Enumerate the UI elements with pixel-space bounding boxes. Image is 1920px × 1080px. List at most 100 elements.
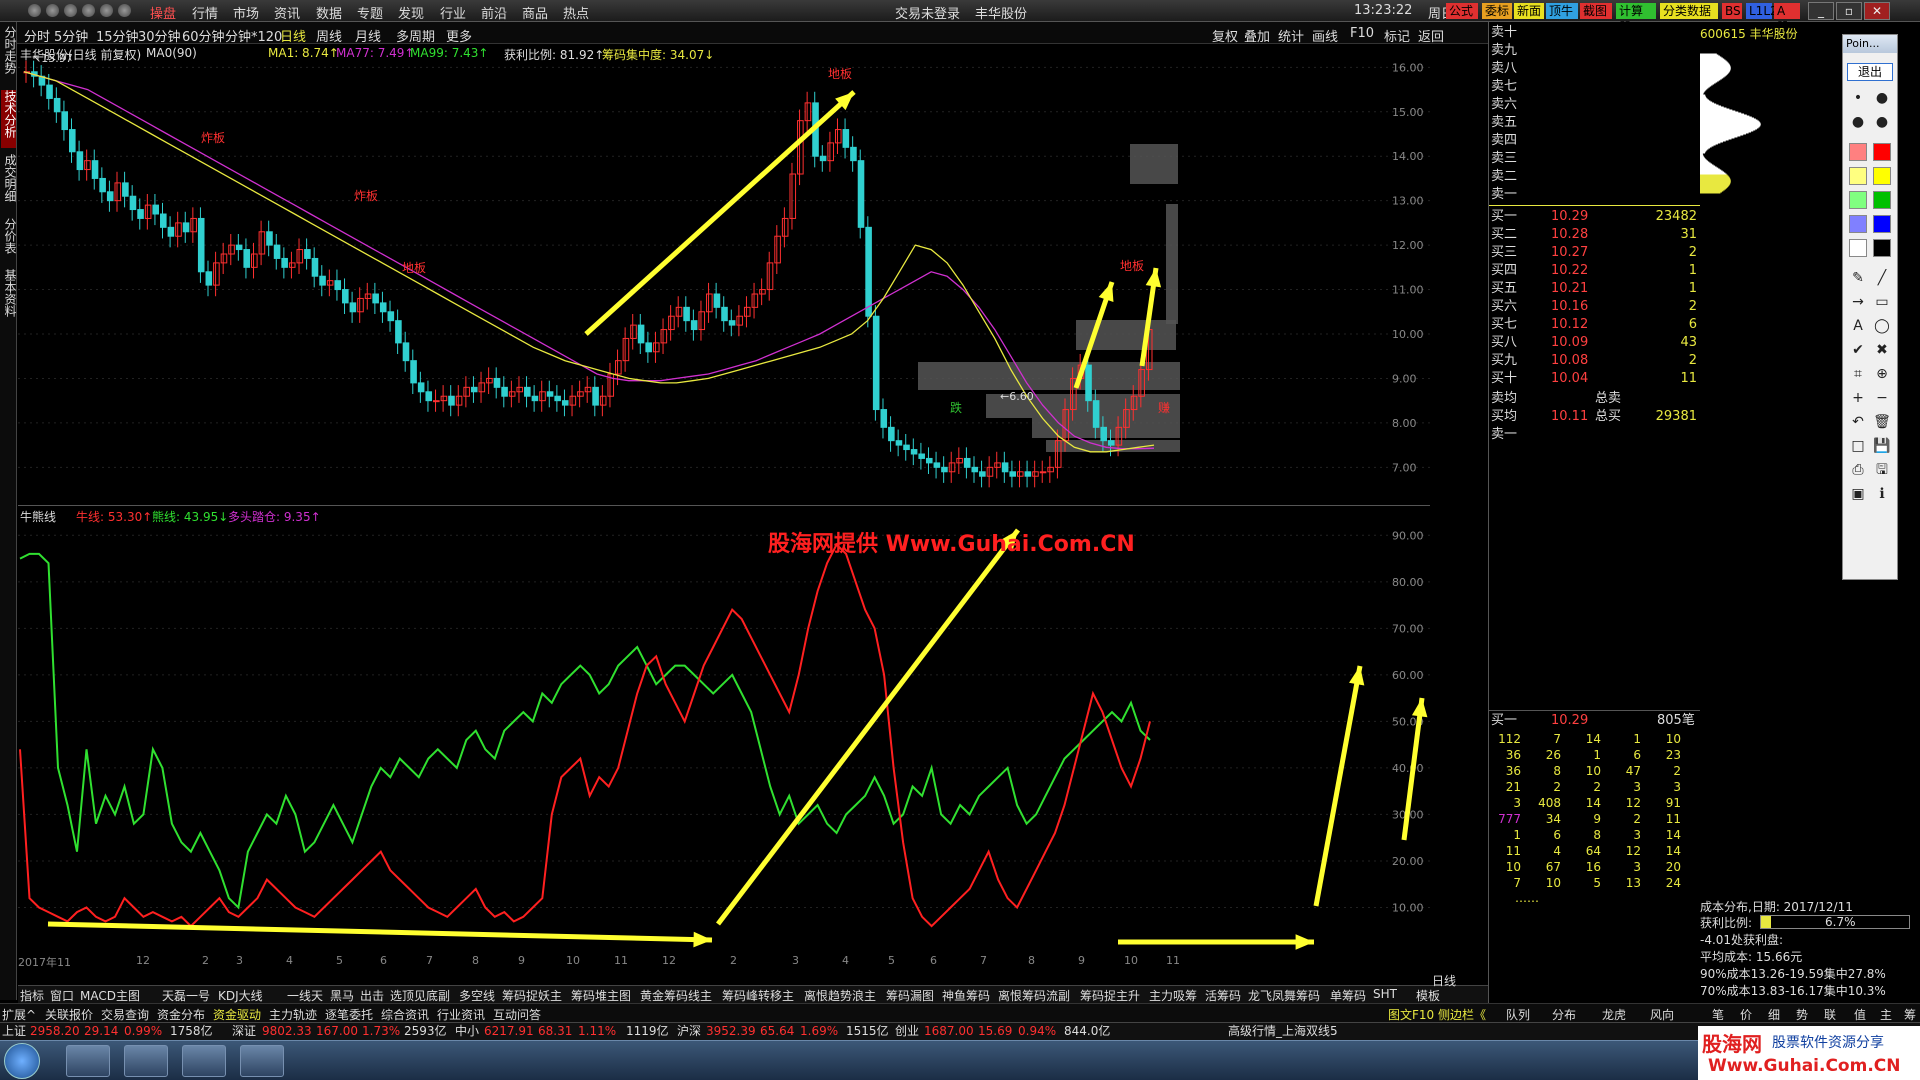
home-icon[interactable] (100, 4, 113, 17)
period-tab[interactable]: 更多 (446, 26, 472, 45)
check-icon[interactable]: ✔ (1849, 341, 1867, 359)
sidebar-tab[interactable]: 分时走势 (1, 26, 17, 84)
buy-row[interactable]: 买六 10.16 2 (1489, 298, 1701, 316)
indicator-tab[interactable]: 选顶见底副 (390, 987, 450, 1004)
color-swatch[interactable] (1873, 143, 1891, 161)
chart-tool-button[interactable]: 叠加 (1244, 26, 1270, 45)
cross-icon[interactable]: ✖ (1873, 341, 1891, 359)
top-menu-item[interactable]: 前沿 (481, 3, 507, 22)
function-tab[interactable]: 逐笔委托 (325, 1006, 373, 1023)
minimize-button[interactable]: _ (1808, 2, 1834, 20)
plus-icon[interactable]: + (1849, 389, 1867, 407)
period-tab[interactable]: 30分钟 (138, 26, 181, 45)
kline-chart[interactable]: 丰华股份(日线 前复权) MA0(90) MA1: 8.74↑ MA77: 7.… (18, 44, 1430, 506)
trash-icon[interactable]: 🗑 (1873, 413, 1891, 431)
ellipse-icon[interactable]: ◯ (1873, 317, 1891, 335)
indicator-tab[interactable]: 神鱼筹码 (942, 987, 990, 1004)
function-tab[interactable]: 交易查询 (101, 1006, 149, 1023)
toolbox-exit-button[interactable]: 退出 (1847, 63, 1893, 81)
right-panel-tab[interactable]: 队列 (1506, 1006, 1530, 1023)
buy-row[interactable]: 买九 10.08 2 (1489, 352, 1701, 370)
circle-icon[interactable]: ● (1873, 89, 1891, 107)
new-icon[interactable]: □ (1849, 437, 1867, 455)
function-tab[interactable]: 扩展^ (2, 1006, 36, 1023)
function-tab[interactable]: 综合资讯 (381, 1006, 429, 1023)
taskbar-browser-icon[interactable] (124, 1045, 168, 1077)
chart-tool-button[interactable]: 画线 (1312, 26, 1338, 45)
sidebar-tab[interactable]: 基本资料 (1, 269, 17, 327)
forward-icon[interactable] (64, 4, 77, 17)
sidebar-tab[interactable]: 分价表 (1, 218, 17, 263)
indicator-tab[interactable]: 天磊一号 (162, 987, 210, 1004)
indicator-tab[interactable]: 龙飞凤舞筹码 (1248, 987, 1320, 1004)
indicator-tab[interactable]: 主力吸筹 (1149, 987, 1197, 1004)
indicator-tab[interactable]: 活筹码 (1205, 987, 1241, 1004)
buy-row[interactable]: 买二 10.28 31 (1489, 226, 1701, 244)
start-button[interactable] (4, 1043, 40, 1079)
text-icon[interactable]: A (1849, 317, 1867, 335)
indicator-tab[interactable]: 筹码堆主图 (571, 987, 631, 1004)
period-tab[interactable]: 15分钟 (96, 26, 139, 45)
dot-icon[interactable]: • (1849, 89, 1867, 107)
search-icon[interactable] (118, 4, 131, 17)
color-swatch[interactable] (1873, 167, 1891, 185)
indicator-chart[interactable]: 牛熊线 牛线: 53.30↑ 熊线: 43.95↓ 多头踏仓: 9.35↑ 90… (18, 506, 1430, 970)
minus-icon[interactable]: − (1873, 389, 1891, 407)
period-tab[interactable]: 月线 (355, 26, 381, 45)
color-swatch[interactable] (1849, 239, 1867, 257)
drawing-toolbox[interactable]: Poin... 退出 • ● ● ● ✎ ╱ → ▭ A ◯ ✔ ✖ ⌗ ⊕ + − ↶ 🗑 □ 💾 ⎙ 🖫 ▣ ℹ (1842, 34, 1898, 580)
top-menu-item[interactable]: 市场 (233, 3, 259, 22)
tool-button[interactable]: 截图 (1580, 3, 1612, 19)
right-panel-tab[interactable]: 风向 (1650, 1006, 1674, 1023)
taskbar-stock-app-icon[interactable] (182, 1045, 226, 1077)
top-menu-item[interactable]: 专题 (357, 3, 383, 22)
save-icon[interactable]: 💾 (1873, 437, 1891, 455)
indicator-tab[interactable]: 黄金筹码线主 (640, 987, 712, 1004)
right-panel-tab[interactable]: 价 (1740, 1006, 1752, 1023)
disk-icon[interactable]: 🖫 (1873, 461, 1891, 479)
right-panel-tab[interactable]: 筹 (1904, 1006, 1916, 1023)
buy-row[interactable]: 买八 10.09 43 (1489, 334, 1701, 352)
top-menu-item[interactable]: 行业 (440, 3, 466, 22)
indicator-tab[interactable]: 多空线 (459, 987, 495, 1004)
indicator-tab[interactable]: KDJ大线 (218, 987, 263, 1004)
chart-tool-button[interactable]: 复权 (1212, 26, 1238, 45)
indicator-tab[interactable]: SHT (1373, 987, 1397, 1001)
indicator-tab[interactable]: 模板 (1416, 987, 1440, 1004)
dot-large-icon[interactable]: ● (1849, 113, 1867, 131)
buy-row[interactable]: 买五 10.21 1 (1489, 280, 1701, 298)
function-tab[interactable]: 互动问答 (493, 1006, 541, 1023)
color-swatch[interactable] (1873, 215, 1891, 233)
right-panel-tab[interactable]: 细 (1768, 1006, 1780, 1023)
restore-button[interactable]: ▫ (1836, 2, 1862, 20)
top-menu-item[interactable]: 商品 (522, 3, 548, 22)
toolbox-title[interactable]: Poin... (1843, 35, 1897, 53)
top-menu-item[interactable]: 数据 (316, 3, 342, 22)
buy-row[interactable]: 买一 10.29 23482 (1489, 208, 1701, 226)
period-tab[interactable]: 5分钟 (54, 26, 88, 45)
function-tab[interactable]: 行业资讯 (437, 1006, 485, 1023)
right-panel-tab[interactable]: 值 (1854, 1006, 1866, 1023)
top-menu-item[interactable]: 资讯 (274, 3, 300, 22)
top-menu-item[interactable]: 发现 (398, 3, 424, 22)
indicator-tab[interactable]: 一线天 (287, 987, 323, 1004)
right-panel-tab[interactable]: 龙虎 (1602, 1006, 1626, 1023)
function-tab[interactable]: 主力轨迹 (269, 1006, 317, 1023)
color-swatch[interactable] (1873, 191, 1891, 209)
indicator-tab[interactable]: 窗口 (50, 987, 74, 1004)
color-swatch[interactable] (1849, 191, 1867, 209)
dot-xlarge-icon[interactable]: ● (1873, 113, 1891, 131)
color-swatch[interactable] (1849, 167, 1867, 185)
info-icon[interactable]: ℹ (1873, 485, 1891, 503)
print-icon[interactable]: ⎙ (1849, 461, 1867, 479)
color-swatch[interactable] (1873, 239, 1891, 257)
back-icon[interactable] (46, 4, 59, 17)
sidebar-tab[interactable]: 技术分析 (1, 90, 17, 148)
chart-tool-button[interactable]: 统计 (1278, 26, 1304, 45)
period-tab[interactable]: 日线 (280, 26, 306, 45)
period-tab[interactable]: 多周期 (396, 26, 435, 45)
refresh-icon[interactable] (82, 4, 95, 17)
tool-button[interactable]: 公式 (1446, 3, 1478, 19)
right-panel-tab[interactable]: 笔 (1712, 1006, 1724, 1023)
pencil-icon[interactable]: ✎ (1849, 269, 1867, 287)
